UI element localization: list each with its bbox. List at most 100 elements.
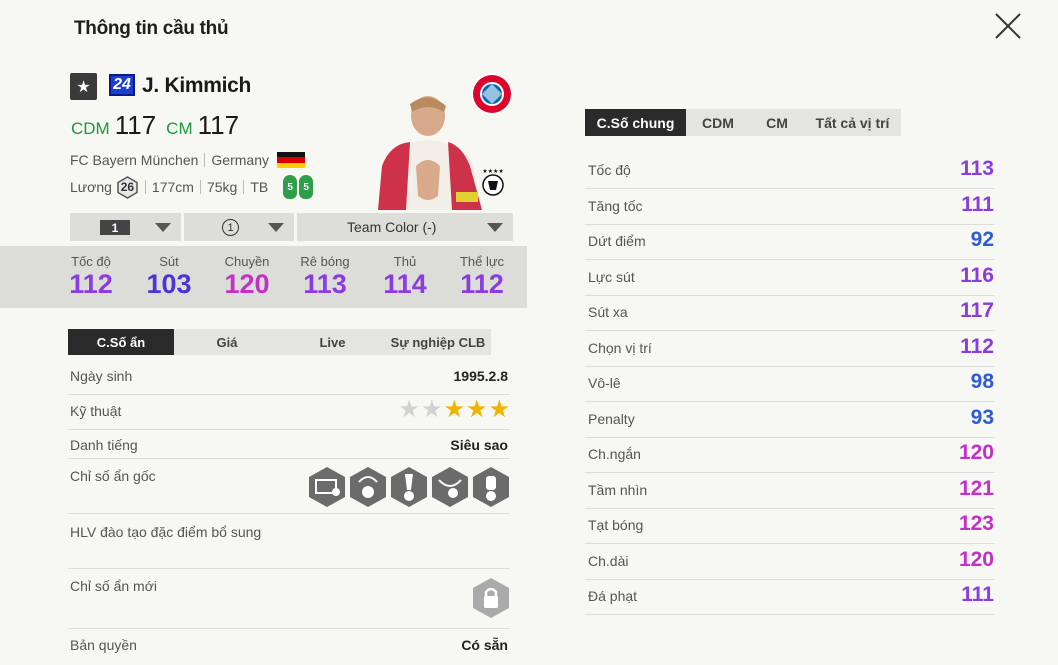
nation-name: Germany <box>211 152 269 168</box>
tab-price[interactable]: Giá <box>174 329 280 355</box>
attribute-value: 112 <box>960 334 994 358</box>
coach-traits-row: HLV đào tạo đặc điểm bổ sung <box>68 514 510 569</box>
star-filled-icon: ★ <box>488 396 510 423</box>
summary-stats-band: Tốc độ 112 Sút 103 Chuyền 120 Rê bóng 113 Thủ 114… <box>0 246 527 308</box>
attribute-label: Vô-lê <box>588 375 621 391</box>
license-value: Có sẵn <box>461 637 508 653</box>
playmaker-trait-icon[interactable] <box>390 466 428 508</box>
flair-pass-trait-icon[interactable] <box>349 466 387 508</box>
new-traits-row: Chỉ số ẩn mới <box>68 569 510 629</box>
skill-row: Kỹ thuật ★ ★ ★ ★ ★ <box>68 395 510 430</box>
base-traits-row: Chỉ số ẩn gốc <box>68 459 510 514</box>
position-ovr: 117 <box>114 110 157 140</box>
left-foot-icon: 5 <box>283 175 298 199</box>
club-nation-row: FC Bayern München Germany <box>70 152 305 168</box>
attribute-value: 123 <box>958 512 994 535</box>
summary-stat: Chuyền 120 <box>212 254 282 299</box>
summary-stat-label: Rê bóng <box>300 254 350 269</box>
germany-flag-icon <box>276 152 305 168</box>
team-color-value: Team Color (-) <box>347 219 437 235</box>
divider <box>144 180 146 194</box>
favorite-star-icon[interactable]: ★ <box>70 73 97 100</box>
license-label: Bản quyền <box>70 637 137 653</box>
summary-stat-label: Sút <box>159 254 179 269</box>
summary-stat: Thủ 114 <box>370 254 440 299</box>
attribute-value: 111 <box>961 192 994 216</box>
weight-value: 75kg <box>206 179 238 195</box>
summary-stat-label: Thủ <box>393 254 417 269</box>
summary-stat-value: 114 <box>383 269 427 299</box>
divider <box>243 180 245 194</box>
attribute-row: Lực sút 116 <box>585 260 995 296</box>
attribute-row: Đá phạt 111 <box>585 579 995 615</box>
divider <box>204 153 206 167</box>
position-ratings: CDM 117 CM 117 <box>71 110 249 141</box>
tab-all-positions[interactable]: Tất cả vị trí <box>804 109 901 136</box>
team-color-select[interactable]: Team Color (-) <box>297 213 513 241</box>
level-select[interactable]: 1 <box>70 213 181 241</box>
lock-icon[interactable] <box>472 577 510 619</box>
season-badge: 24 <box>109 74 135 96</box>
summary-stat: Tốc độ 112 <box>56 254 126 299</box>
star-empty-icon: ★ <box>420 396 443 423</box>
tab-hidden-stats[interactable]: C.Số ẩn <box>68 329 174 355</box>
summary-stat-label: Thể lực <box>459 254 505 269</box>
attribute-row: Vô-lê 98 <box>585 366 995 402</box>
summary-stat-value: 120 <box>224 269 270 299</box>
attribute-value: 120 <box>958 441 994 464</box>
attribute-label: Sút xa <box>588 304 628 320</box>
salary-label: Lương <box>70 179 112 195</box>
summary-stat: Rê bóng 113 <box>290 254 360 299</box>
attribute-value: 93 <box>970 405 994 429</box>
attribute-row: Sút xa 117 <box>585 295 995 331</box>
attribute-tabs: C.Số chung CDM CM Tất cả vị trí <box>585 109 901 136</box>
attribute-label: Penalty <box>588 410 635 427</box>
summary-stat: Thể lực 112 <box>447 254 517 299</box>
skill-stars: ★ ★ ★ ★ ★ <box>397 398 510 422</box>
tab-general-stats[interactable]: C.Số chung <box>585 109 686 136</box>
chevron-down-icon <box>155 223 171 232</box>
tab-club-career[interactable]: Sự nghiệp CLB <box>385 329 491 355</box>
outside-foot-trait-icon[interactable] <box>431 466 469 508</box>
attribute-label: Dứt điểm <box>588 233 646 249</box>
tab-cdm[interactable]: CDM <box>686 109 750 136</box>
summary-stat-label: Chuyền <box>224 254 270 269</box>
summary-stat-label: Tốc độ <box>71 254 111 269</box>
summary-stat-value: 103 <box>146 269 192 299</box>
page-title: Thông tin cầu thủ <box>74 18 229 39</box>
grade-select[interactable]: 1 <box>184 213 294 241</box>
attribute-row: Tạt bóng 123 <box>585 508 995 544</box>
star-filled-icon: ★ <box>465 396 488 423</box>
long-shot-trait-icon[interactable] <box>308 466 346 508</box>
attribute-row: Ch.dài 120 <box>585 544 995 580</box>
attribute-label: Ch.ngắn <box>588 446 641 462</box>
player-name: J. Kimmich <box>142 74 252 97</box>
player-portrait-image <box>378 96 482 210</box>
germany-federation-logo: ★★★★ <box>482 168 504 196</box>
reputation-label: Danh tiếng <box>70 437 138 453</box>
attribute-value: 120 <box>958 547 994 571</box>
star-empty-icon: ★ <box>398 396 420 423</box>
attribute-row: Ch.ngắn 120 <box>585 437 995 473</box>
tab-cm[interactable]: CM <box>750 109 804 136</box>
attribute-value: 111 <box>961 583 994 606</box>
license-row: Bản quyền Có sẵn <box>68 629 510 663</box>
svg-text:★★★★: ★★★★ <box>482 168 504 175</box>
salary-badge: 26 <box>116 175 139 199</box>
chevron-down-icon <box>268 223 284 232</box>
trait-icons <box>305 466 510 508</box>
close-icon[interactable] <box>990 8 1026 44</box>
power-header-trait-icon[interactable] <box>472 466 510 508</box>
attribute-row: Dứt điểm 92 <box>585 224 995 260</box>
position-code: CDM <box>71 119 110 138</box>
divider <box>199 180 201 194</box>
attribute-value: 92 <box>970 228 994 251</box>
new-traits-label: Chỉ số ẩn mới <box>70 578 157 594</box>
tab-live[interactable]: Live <box>280 329 385 355</box>
attribute-label: Đá phạt <box>588 588 638 604</box>
attribute-row: Chọn vị trí 112 <box>585 331 995 367</box>
reputation-row: Danh tiếng Siêu sao <box>68 430 510 459</box>
summary-stat-value: 112 <box>69 269 113 299</box>
star-filled-icon: ★ <box>443 396 465 423</box>
attribute-label: Tốc độ <box>588 162 631 178</box>
